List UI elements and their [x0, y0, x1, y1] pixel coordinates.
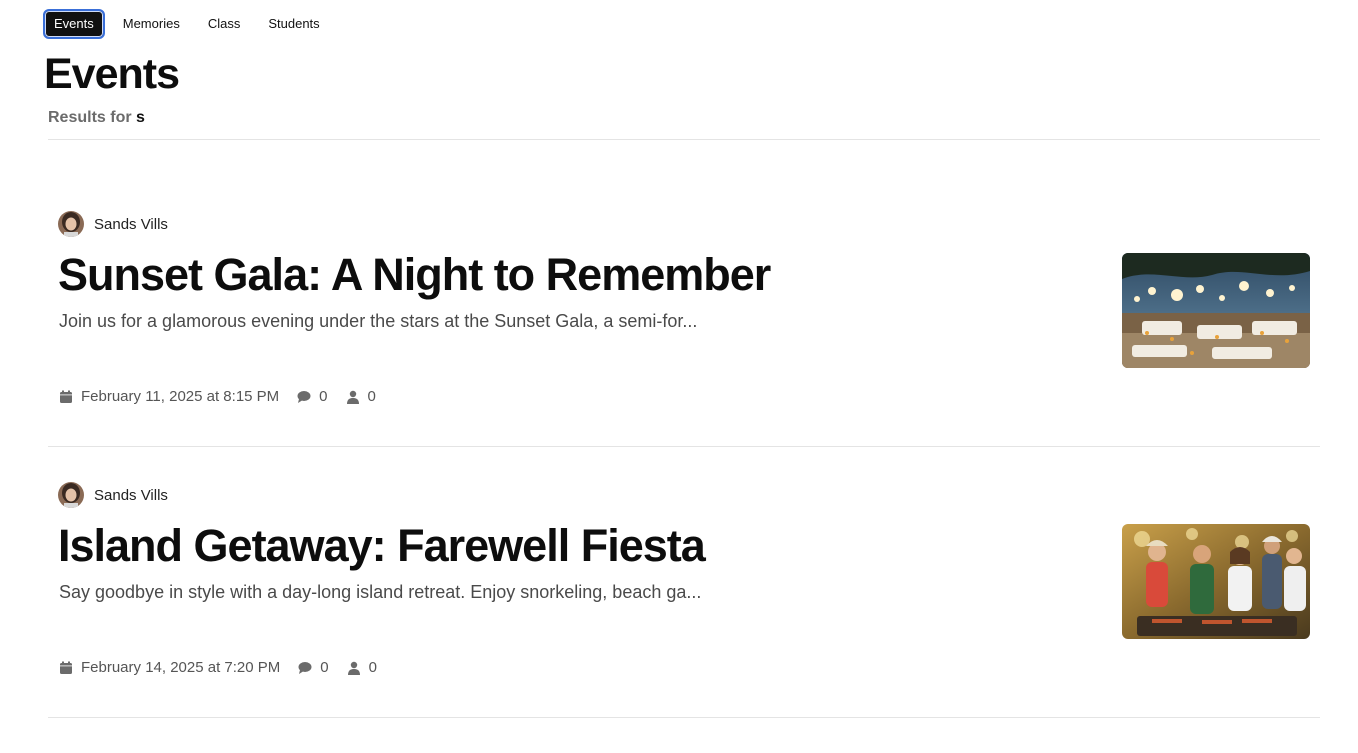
event-date: February 11, 2025 at 8:15 PM — [59, 388, 279, 405]
event-excerpt: Say goodbye in style with a day-long isl… — [59, 582, 702, 602]
search-query: s — [136, 109, 145, 126]
event-divider — [48, 446, 1320, 447]
event-card[interactable]: Sands Vills Sunset Gala: A Night to Reme… — [48, 211, 1320, 441]
author-name: Sands Vills — [94, 486, 168, 504]
comment-icon — [297, 390, 311, 403]
avatar — [58, 482, 84, 508]
tab-events[interactable]: Events — [43, 9, 105, 39]
avatar — [58, 211, 84, 237]
search-results-label: Results for s — [48, 109, 145, 127]
top-nav: Events Memories Class Students — [43, 9, 338, 39]
event-date-text: February 14, 2025 at 7:20 PM — [81, 659, 281, 676]
attendees-count-text: 0 — [367, 388, 376, 405]
event-date: February 14, 2025 at 7:20 PM — [59, 659, 280, 676]
event-divider — [48, 717, 1320, 718]
event-title[interactable]: Sunset Gala: A Night to Remember — [58, 249, 771, 301]
tab-memories[interactable]: Memories — [113, 9, 190, 39]
event-card[interactable]: Sands Vills Island Getaway: Farewell Fie… — [48, 482, 1320, 712]
event-date-text: February 11, 2025 at 8:15 PM — [81, 388, 280, 405]
event-image[interactable] — [1122, 524, 1310, 639]
header-divider — [48, 139, 1320, 140]
event-title[interactable]: Island Getaway: Farewell Fiesta — [58, 520, 706, 572]
event-meta: February 14, 2025 at 7:20 PM 0 0 — [59, 659, 395, 676]
event-image[interactable] — [1122, 253, 1310, 368]
comments-count[interactable]: 0 — [297, 388, 328, 405]
event-meta: February 11, 2025 at 8:15 PM 0 0 — [59, 388, 394, 405]
comments-count-text: 0 — [320, 659, 329, 676]
comments-count[interactable]: 0 — [298, 659, 329, 676]
author[interactable]: Sands Vills — [58, 211, 168, 237]
attendees-count[interactable]: 0 — [347, 659, 377, 676]
attendees-count[interactable]: 0 — [346, 388, 376, 405]
tab-class[interactable]: Class — [198, 9, 251, 39]
calendar-icon — [60, 661, 72, 674]
author[interactable]: Sands Vills — [58, 482, 168, 508]
comments-count-text: 0 — [319, 388, 328, 405]
user-icon — [347, 661, 360, 675]
attendees-count-text: 0 — [368, 659, 377, 676]
author-name: Sands Vills — [94, 215, 168, 233]
user-icon — [346, 390, 359, 404]
results-prefix: Results for — [48, 109, 132, 126]
comment-icon — [298, 661, 312, 674]
event-excerpt: Join us for a glamorous evening under th… — [59, 311, 698, 331]
tab-students[interactable]: Students — [258, 9, 329, 39]
page-title: Events — [44, 50, 180, 98]
calendar-icon — [60, 390, 72, 403]
